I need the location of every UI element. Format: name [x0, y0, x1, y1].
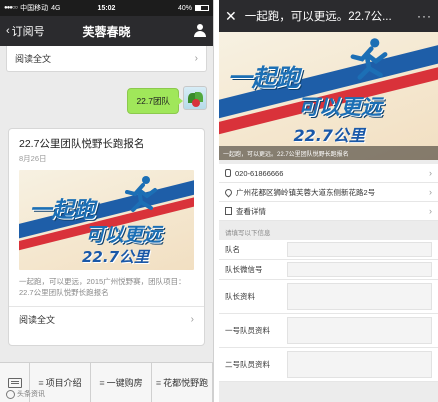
menu-lines-icon: ≡: [99, 377, 105, 388]
battery-icon: [195, 5, 209, 11]
back-button[interactable]: ‹ 订阅号: [6, 23, 45, 39]
status-right: 40%: [178, 5, 209, 12]
battery-percent: 40%: [177, 4, 192, 12]
left-phone-screen: ●●●○○ 中国移动 4G 15:02 40% ‹ 订阅号 芙蓉春晓 阅读全文 …: [0, 0, 214, 402]
phone-number: 020-61866666: [235, 168, 284, 178]
watermark: 头条资讯: [6, 389, 45, 399]
chevron-right-icon: ›: [190, 313, 194, 325]
form-row-captain-wechat: 队长微信号: [219, 260, 438, 280]
menu-label: 项目介绍: [45, 378, 82, 388]
webview-title: 一起跑，可以更远。22.7公...: [244, 11, 392, 23]
chevron-right-icon: ›: [429, 168, 432, 178]
article-date: 8月26日: [19, 154, 47, 163]
menu-label: 一键购房: [106, 378, 143, 388]
profile-icon-head: [197, 24, 203, 30]
registration-form: 队名 队长微信号 队长资料 一号队员资料 二号队员资料: [219, 240, 438, 382]
address-item[interactable]: 广州花都区狮岭镇芙蓉大道东侧新花路2号 ›: [219, 183, 438, 202]
form-hint: 请填写以下信息: [225, 230, 271, 237]
back-label: 订阅号: [11, 26, 45, 38]
article-title: 22.7公里团队悦野长跑报名: [19, 138, 145, 150]
user-avatar[interactable]: [183, 86, 207, 110]
phone-number-item[interactable]: 020-61866666 ›: [219, 164, 438, 183]
address-text: 广州花都区狮岭镇芙蓉大道东侧新花路2号: [236, 187, 376, 197]
form-row-team-name: 队名: [219, 240, 438, 260]
sent-message-bubble[interactable]: 22.7团队: [127, 88, 183, 114]
view-details-item[interactable]: 查看详情 ›: [219, 202, 438, 221]
field-label: 队名: [225, 245, 240, 254]
banner-slogan-1: 一起跑: [227, 63, 300, 92]
menu-item-huadu-run[interactable]: ≡ 花都悦野跑: [152, 363, 213, 402]
banner-distance: 22.7公里: [82, 248, 150, 266]
watermark-text: 头条资讯: [17, 391, 45, 398]
phone-icon: [225, 169, 231, 177]
menu-lines-icon: ≡: [155, 377, 162, 388]
form-row-member-2: 二号队员资料: [219, 348, 438, 382]
runner-icon: [350, 38, 388, 80]
carrier-label: 中国移动: [20, 5, 49, 12]
team-name-input[interactable]: [287, 241, 432, 258]
keyboard-icon: [7, 377, 22, 388]
field-label: 二号队员资料: [225, 360, 270, 369]
profile-icon[interactable]: [193, 24, 207, 38]
article-banner-image: 一起跑 可以更远 22.7公里: [19, 170, 194, 270]
menu-lines-icon: ≡: [38, 377, 44, 388]
signal-icon: ●●●○○: [4, 5, 18, 11]
banner-slogan-2: 可以更远: [297, 94, 382, 119]
watermark-logo-icon: [6, 389, 15, 399]
member-2-textarea[interactable]: [287, 351, 432, 378]
document-icon: [225, 207, 232, 215]
avatar-fruit: [192, 99, 200, 107]
more-options-icon[interactable]: ···: [417, 9, 432, 23]
member-1-textarea[interactable]: [287, 317, 432, 344]
banner-caption: 一起跑，可以更远。22.7公里团队悦野长跑报名: [219, 146, 438, 160]
chevron-right-icon: ›: [429, 206, 432, 216]
sent-message-row: 22.7团队: [127, 86, 207, 114]
banner-slogan-2: 可以更远: [85, 224, 162, 246]
view-details-label: 查看详情: [236, 206, 266, 216]
contact-info-list: 020-61866666 › 广州花都区狮岭镇芙蓉大道东侧新花路2号 › 查看详…: [219, 164, 438, 221]
previous-article-read-full[interactable]: 阅读全文 ›: [6, 46, 207, 72]
right-phone-screen: ✕ 一起跑，可以更远。22.7公... ··· 一起跑 可以更远 22.7公里 …: [219, 0, 438, 402]
navigation-bar: ‹ 订阅号 芙蓉春晓: [0, 16, 213, 46]
bottom-menu-bar: ≡ 项目介绍 ≡ 一键购房 ≡ 花都悦野跑 头条资讯: [0, 362, 213, 402]
form-row-captain-info: 队长资料: [219, 280, 438, 314]
runner-icon: [124, 176, 157, 212]
field-label: 一号队员资料: [225, 326, 270, 335]
menu-item-one-click-buy[interactable]: ≡ 一键购房: [91, 363, 152, 402]
field-label: 队长微信号: [225, 265, 263, 274]
field-label: 队长资料: [225, 292, 255, 301]
captain-wechat-input[interactable]: [287, 261, 432, 278]
read-full-label: 阅读全文: [15, 54, 52, 64]
profile-icon-body: [194, 31, 206, 37]
menu-label: 花都悦野跑: [163, 378, 209, 388]
article-summary: 一起跑，可以更远，2015广州悦野赛，团队项目：22.7公里团队悦野长跑报名: [19, 277, 186, 297]
chevron-right-icon: ›: [194, 53, 198, 64]
read-full-link[interactable]: 阅读全文 ›: [19, 307, 194, 331]
read-full-label: 阅读全文: [19, 314, 56, 325]
network-label: 4G: [51, 4, 61, 12]
status-bar: ●●●○○ 中国移动 4G 15:02 40%: [0, 0, 213, 16]
captain-info-textarea[interactable]: [287, 283, 432, 310]
banner-distance: 22.7公里: [293, 125, 365, 145]
chevron-right-icon: ›: [429, 187, 432, 197]
chevron-left-icon: ‹: [6, 25, 10, 37]
close-icon[interactable]: ✕: [225, 8, 237, 25]
article-card[interactable]: 22.7公里团队悦野长跑报名 8月26日 一起跑 可以更远 22.7公里 一起跑…: [8, 128, 205, 346]
form-row-member-1: 一号队员资料: [219, 314, 438, 348]
webview-navigation-bar: ✕ 一起跑，可以更远。22.7公... ···: [219, 0, 438, 32]
event-banner-image: 一起跑 可以更远 22.7公里 一起跑，可以更远。22.7公里团队悦野长跑报名: [219, 32, 438, 160]
location-pin-icon: [223, 187, 234, 197]
